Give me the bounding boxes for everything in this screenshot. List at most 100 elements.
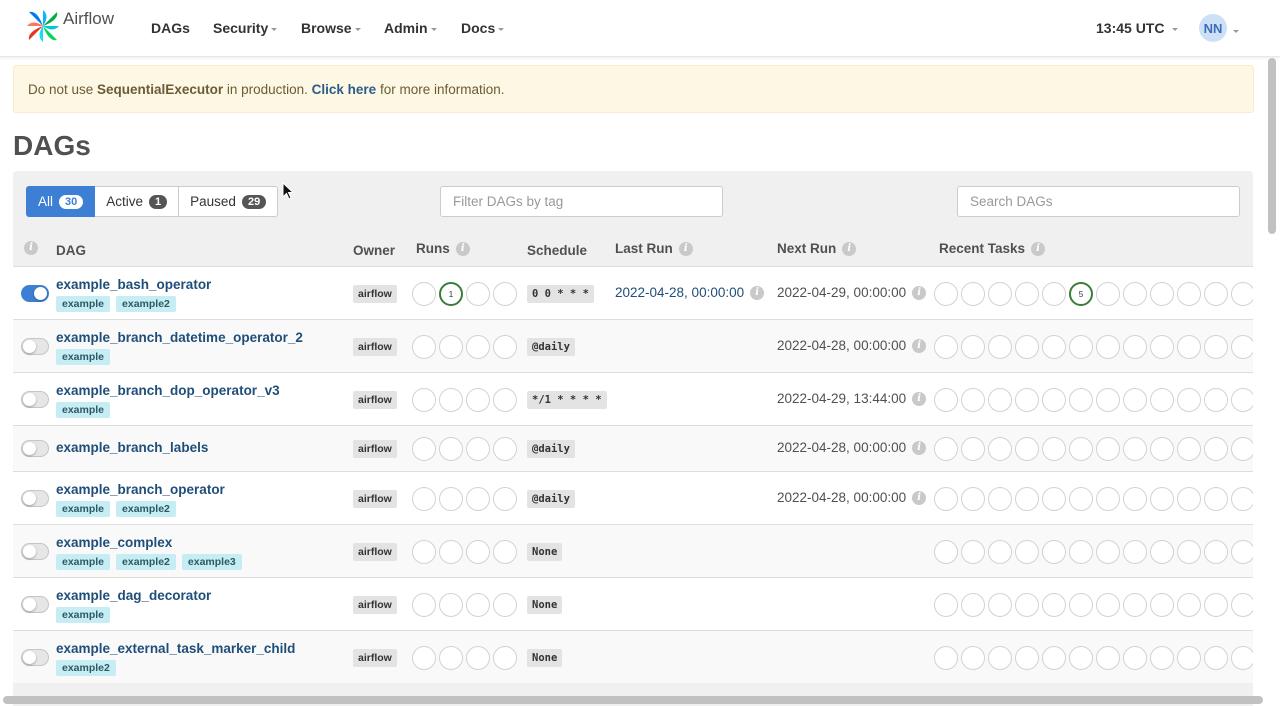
user-avatar[interactable]: NN — [1199, 14, 1227, 42]
dag-link[interactable]: example_bash_operator — [56, 277, 211, 292]
run-state-circle[interactable] — [493, 646, 517, 670]
owner-badge[interactable]: airflow — [353, 285, 397, 303]
run-state-circle[interactable] — [412, 593, 436, 617]
task-state-circle[interactable] — [988, 282, 1012, 306]
info-icon[interactable]: i — [1031, 241, 1046, 256]
task-state-circle[interactable] — [988, 646, 1012, 670]
info-icon[interactable]: i — [678, 241, 693, 256]
dag-link[interactable]: example_branch_dop_operator_v3 — [56, 383, 280, 398]
task-state-circle[interactable] — [1150, 646, 1174, 670]
pause-toggle[interactable] — [21, 285, 49, 302]
task-state-circle[interactable] — [1231, 540, 1253, 564]
task-state-circle[interactable] — [1015, 388, 1039, 412]
task-state-circle[interactable] — [1123, 282, 1147, 306]
column-next-run[interactable]: Next Run — [777, 241, 836, 256]
info-icon[interactable]: i — [842, 241, 857, 256]
run-state-circle[interactable] — [412, 282, 436, 306]
nav-admin[interactable]: Admin — [384, 20, 437, 36]
dag-tag[interactable]: example2 — [56, 660, 116, 676]
task-state-circle[interactable] — [1123, 646, 1147, 670]
info-icon[interactable]: i — [912, 391, 927, 406]
task-state-circle[interactable] — [961, 646, 985, 670]
task-state-circle[interactable] — [1069, 487, 1093, 511]
task-state-circle[interactable] — [934, 388, 958, 412]
dag-link[interactable]: example_branch_datetime_operator_2 — [56, 330, 303, 345]
task-state-circle[interactable] — [1042, 388, 1066, 412]
dag-tag[interactable]: example — [56, 349, 111, 365]
nav-security[interactable]: Security — [213, 20, 278, 36]
schedule-badge[interactable]: @daily — [527, 440, 575, 458]
schedule-badge[interactable]: None — [527, 596, 563, 614]
task-state-circle[interactable] — [961, 335, 985, 359]
owner-badge[interactable]: airflow — [353, 338, 397, 356]
nav-dags[interactable]: DAGs — [151, 20, 190, 36]
caret-down-icon[interactable] — [1233, 30, 1239, 33]
info-icon[interactable]: i — [455, 241, 470, 256]
task-state-circle[interactable] — [1015, 593, 1039, 617]
task-state-circle[interactable] — [1015, 646, 1039, 670]
pause-toggle[interactable] — [21, 490, 49, 507]
task-state-circle[interactable] — [1177, 487, 1201, 511]
task-state-circle[interactable] — [1204, 487, 1228, 511]
dag-tag[interactable]: example — [56, 501, 111, 517]
task-state-circle[interactable] — [1231, 388, 1253, 412]
task-state-circle[interactable] — [1177, 540, 1201, 564]
task-state-circle[interactable] — [1042, 593, 1066, 617]
task-state-circle[interactable] — [934, 646, 958, 670]
column-last-run[interactable]: Last Run — [615, 241, 673, 256]
task-state-circle[interactable] — [1096, 593, 1120, 617]
task-state-circle[interactable] — [1177, 282, 1201, 306]
task-state-circle[interactable] — [1069, 593, 1093, 617]
run-state-circle[interactable] — [412, 646, 436, 670]
task-state-circle[interactable] — [1069, 540, 1093, 564]
task-state-circle[interactable] — [1150, 388, 1174, 412]
task-state-circle[interactable] — [1096, 646, 1120, 670]
dag-link[interactable]: example_branch_labels — [56, 440, 208, 455]
run-state-circle[interactable] — [493, 487, 517, 511]
owner-badge[interactable]: airflow — [353, 490, 397, 508]
run-state-circle[interactable] — [439, 487, 463, 511]
task-state-circle[interactable] — [1015, 437, 1039, 461]
task-state-circle[interactable] — [1177, 646, 1201, 670]
dag-link[interactable]: example_complex — [56, 535, 172, 550]
task-state-circle[interactable] — [1231, 282, 1253, 306]
info-icon[interactable]: i — [912, 440, 927, 455]
tag-filter-input[interactable]: Filter DAGs by tag — [440, 186, 723, 217]
pause-toggle[interactable] — [21, 338, 49, 355]
task-state-circle[interactable] — [934, 437, 958, 461]
dag-tag[interactable]: example — [56, 402, 111, 418]
nav-browse[interactable]: Browse — [301, 20, 361, 36]
dag-link[interactable]: example_dag_decorator — [56, 588, 211, 603]
pause-toggle[interactable] — [21, 596, 49, 613]
task-state-circle[interactable] — [1204, 335, 1228, 359]
dag-link[interactable]: example_branch_operator — [56, 482, 225, 497]
run-state-circle[interactable] — [493, 388, 517, 412]
task-state-circle[interactable] — [1231, 593, 1253, 617]
task-state-circle[interactable] — [1204, 593, 1228, 617]
task-state-circle[interactable] — [1150, 437, 1174, 461]
owner-badge[interactable]: airflow — [353, 649, 397, 667]
info-icon[interactable]: i — [912, 285, 927, 300]
pause-toggle[interactable] — [21, 391, 49, 408]
task-state-circle[interactable] — [1150, 282, 1174, 306]
nav-clock[interactable]: 13:45 UTC — [1096, 20, 1179, 36]
run-state-circle[interactable]: 1 — [439, 282, 463, 306]
dag-tag[interactable]: example2 — [116, 501, 176, 517]
dag-tag[interactable]: example3 — [181, 554, 242, 570]
task-state-circle[interactable] — [1204, 437, 1228, 461]
task-state-circle[interactable] — [1015, 540, 1039, 564]
task-state-circle[interactable] — [1150, 335, 1174, 359]
column-owner[interactable]: Owner — [353, 243, 395, 258]
task-state-circle[interactable] — [961, 437, 985, 461]
task-state-circle[interactable] — [1096, 437, 1120, 461]
filter-all-button[interactable]: All 30 — [26, 186, 96, 217]
task-state-circle[interactable] — [988, 593, 1012, 617]
pause-toggle[interactable] — [21, 649, 49, 666]
schedule-badge[interactable]: None — [527, 649, 563, 667]
task-state-circle[interactable] — [934, 593, 958, 617]
task-state-circle[interactable] — [1069, 335, 1093, 359]
task-state-circle[interactable] — [934, 487, 958, 511]
task-state-circle[interactable] — [1123, 388, 1147, 412]
run-state-circle[interactable] — [466, 335, 490, 359]
task-state-circle[interactable] — [1177, 335, 1201, 359]
